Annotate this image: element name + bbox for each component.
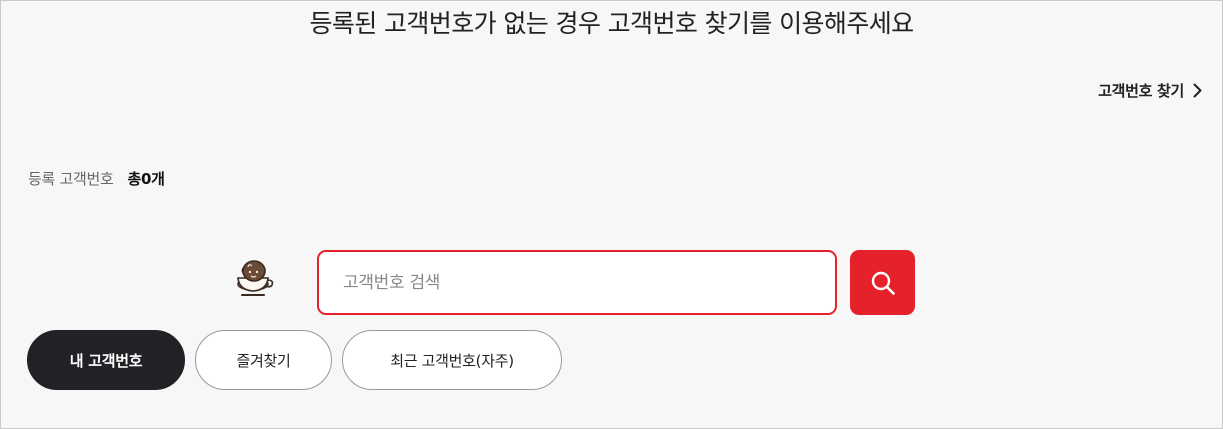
coffee-cup-mascot-icon bbox=[237, 260, 274, 296]
search-icon bbox=[871, 271, 895, 295]
search-button[interactable] bbox=[850, 250, 915, 315]
registered-count-label: 등록 고객번호 bbox=[28, 170, 114, 188]
page-frame: 등록된 고객번호가 없는 경우 고객번호 찾기를 이용해주세요 고객번호 찾기 … bbox=[0, 0, 1223, 429]
find-link-label: 고객번호 찾기 bbox=[1098, 82, 1184, 100]
tab-favorites[interactable]: 즐겨찾기 bbox=[195, 330, 332, 390]
customer-number-search-input[interactable] bbox=[317, 250, 837, 315]
page-headline: 등록된 고객번호가 없는 경우 고객번호 찾기를 이용해주세요 bbox=[309, 9, 914, 38]
tab-my-customer-numbers[interactable]: 내 고객번호 bbox=[27, 330, 185, 390]
registered-count-value: 총0개 bbox=[127, 170, 165, 188]
find-customer-number-link[interactable]: 고객번호 찾기 bbox=[1098, 80, 1202, 101]
chevron-right-icon bbox=[1193, 83, 1202, 98]
tab-recent-customer-numbers[interactable]: 최근 고객번호(자주) bbox=[342, 330, 562, 390]
registered-count: 등록 고객번호 총0개 bbox=[28, 168, 165, 189]
